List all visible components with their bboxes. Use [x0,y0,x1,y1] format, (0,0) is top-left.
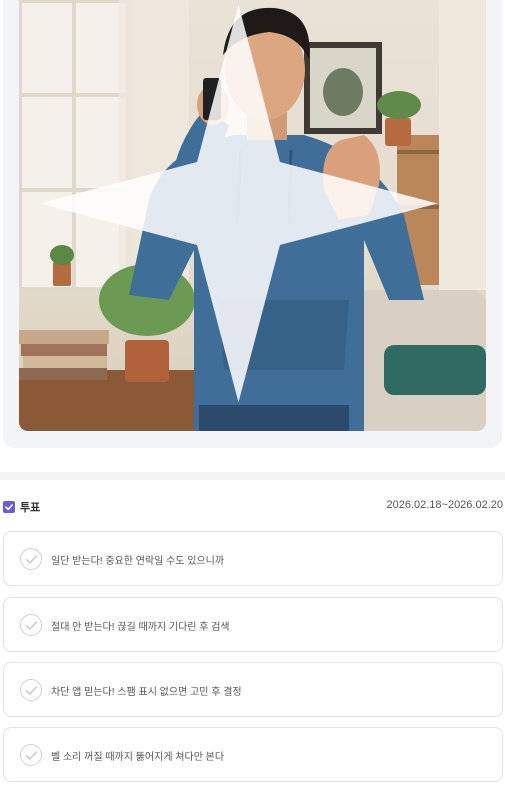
poll-date-range: 2026.02.18~2026.02.20 [386,499,503,511]
check-circle-icon [20,679,42,701]
poll-title: 투표 [20,502,41,514]
checkbox-icon [3,501,15,513]
poll-option-4[interactable]: 벨 소리 꺼질 때까지 뚫어지게 쳐다만 본다 [3,727,503,782]
poll-option-2[interactable]: 절대 안 받는다! 끊길 때까지 기다린 후 검색 [3,597,503,652]
poll-option-3[interactable]: 차단 앱 믿는다! 스팸 표시 없으면 고민 후 결정 [3,662,503,717]
sparkle-icon [39,4,438,403]
check-circle-icon [20,614,42,636]
poll-option-label: 일단 받는다! 중요한 연락일 수도 있으니까 [51,556,225,567]
poll-header: 투표 2026.02.18~2026.02.20 [3,498,503,516]
image-card [3,0,502,448]
poll-option-1[interactable]: 일단 받는다! 중요한 연락일 수도 있으니까 [3,531,503,586]
check-circle-icon [20,744,42,766]
post-photo[interactable] [19,0,486,431]
check-circle-icon [20,548,42,570]
section-divider [0,472,505,480]
poll-option-label: 차단 앱 믿는다! 스팸 표시 없으면 고민 후 결정 [51,687,242,698]
poll-option-label: 벨 소리 꺼질 때까지 뚫어지게 쳐다만 본다 [51,752,225,763]
poll-option-label: 절대 안 받는다! 끊길 때까지 기다린 후 검색 [51,622,230,633]
